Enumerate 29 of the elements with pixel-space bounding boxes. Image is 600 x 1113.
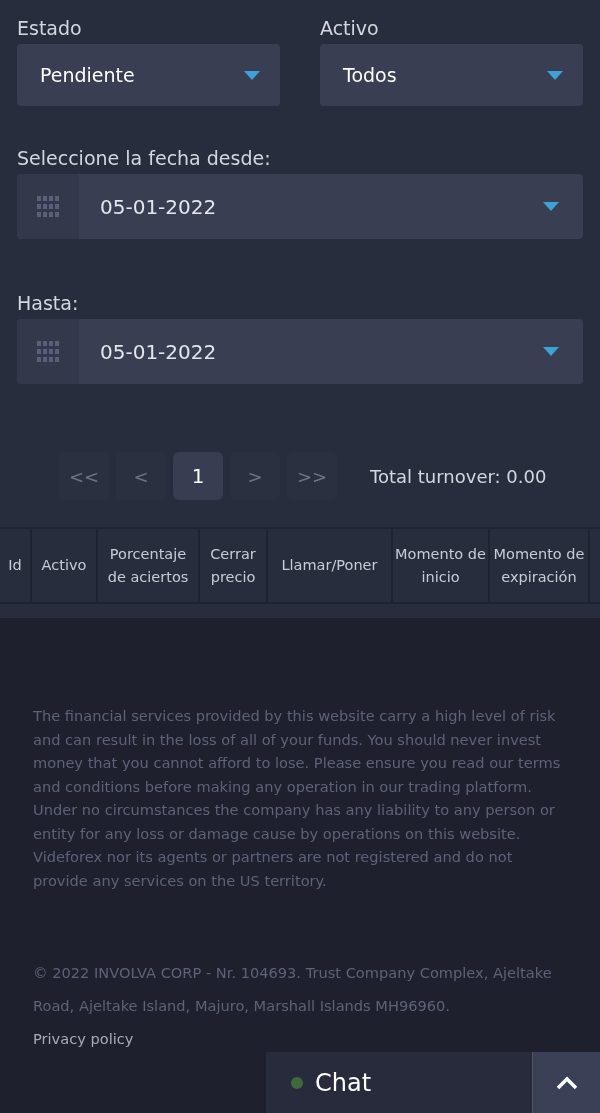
dropdown[interactable]: Pendiente bbox=[17, 44, 280, 106]
column-header: Cerrar precio bbox=[200, 529, 268, 602]
calendar-icon bbox=[37, 340, 59, 363]
date-picker[interactable]: 05-01-2022 bbox=[17, 174, 583, 239]
privacy-link[interactable]: Privacy policy bbox=[33, 1022, 134, 1055]
chevron-up-icon bbox=[555, 1075, 578, 1090]
column-header: Momento de expiración bbox=[490, 529, 590, 602]
calendar-icon bbox=[37, 195, 59, 218]
column-header: Llamar/Poner bbox=[268, 529, 393, 602]
caret-icon bbox=[547, 70, 563, 80]
field-label: Activo bbox=[320, 16, 380, 40]
dropdown[interactable]: Todos bbox=[320, 44, 583, 106]
field-label: Estado bbox=[17, 16, 83, 40]
expand-button[interactable] bbox=[532, 1052, 600, 1113]
chat-button[interactable]: Chat bbox=[266, 1052, 532, 1113]
page-button[interactable]: 1 bbox=[173, 452, 223, 500]
column-header: Momento de inicio bbox=[393, 529, 490, 602]
caret-icon bbox=[543, 202, 559, 211]
field-label: Seleccione la fecha desde: bbox=[17, 146, 272, 170]
column-header: Id bbox=[0, 529, 32, 602]
column-header: Activo bbox=[32, 529, 98, 602]
caret-icon bbox=[244, 70, 260, 80]
total-turnover: Total turnover: 0.00 bbox=[370, 465, 547, 487]
field-label: Hasta: bbox=[17, 291, 80, 315]
date-picker[interactable]: 05-01-2022 bbox=[17, 319, 583, 384]
caret-icon bbox=[543, 347, 559, 356]
copyright-text: © 2022 INVOLVA CORP - Nr. 104693. Trust Company Complex, Ajeltake Road, Ajeltake Island, Majuro, Marshall Islands MH96960. bbox=[33, 963, 553, 1016]
disclaimer-text: The financial services provided by this website carry a high level of risk and can result in the loss of all of your funds. You should never invest money that you cannot afford to lose. Please ensure you read our terms and conditions before making any operation in our trading platform. Under no circumstances the company has any liability to any person or entity for any loss or damage cause by operations on this website. Videforex nor its agents or partners are not registered and do not provide any services on the US territory. bbox=[33, 706, 562, 891]
column-header: Porcentaje de aciertos bbox=[98, 529, 200, 602]
